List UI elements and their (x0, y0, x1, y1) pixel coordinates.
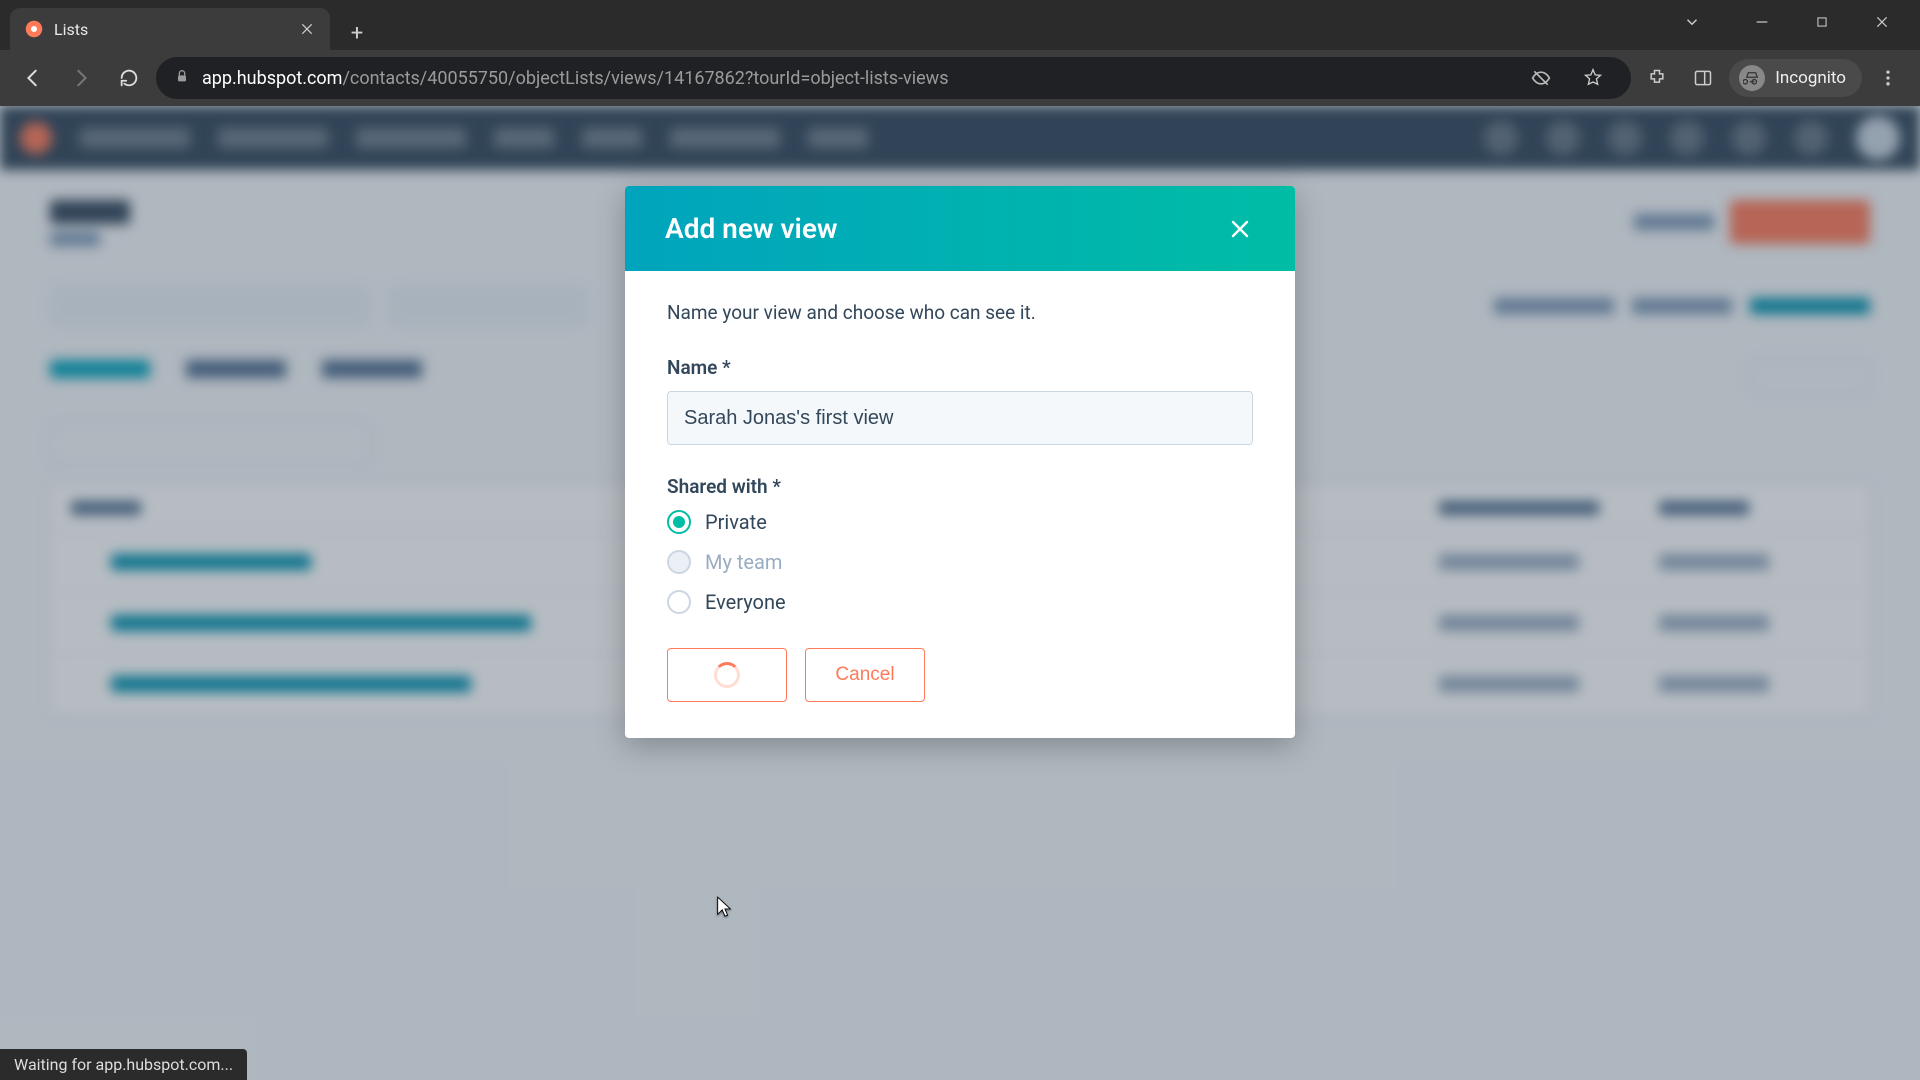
incognito-label: Incognito (1775, 68, 1846, 88)
shared-with-label: Shared with * (667, 475, 1253, 498)
new-tab-button[interactable]: + (340, 16, 374, 50)
close-icon[interactable] (1225, 214, 1255, 244)
cancel-button[interactable]: Cancel (805, 648, 925, 702)
radio-icon (667, 510, 691, 534)
side-panel-icon[interactable] (1683, 58, 1723, 98)
name-field-label: Name * (667, 356, 1253, 379)
tab-title: Lists (54, 20, 288, 39)
reload-button[interactable] (108, 57, 150, 99)
radio-private[interactable]: Private (667, 510, 1253, 534)
modal-overlay: Add new view Name your view and choose w… (0, 106, 1920, 1080)
modal-title: Add new view (665, 212, 838, 245)
tab-bar: Lists + (0, 0, 1920, 50)
close-tab-icon[interactable] (298, 20, 316, 38)
bookmark-star-icon[interactable] (1573, 58, 1613, 98)
url-text: app.hubspot.com/contacts/40055750/object… (202, 68, 1509, 89)
shared-with-radio-group: Private My team Everyone (667, 510, 1253, 614)
back-button[interactable] (12, 57, 54, 99)
modal-actions: Cancel (667, 648, 1253, 702)
chrome-menu-button[interactable] (1868, 68, 1908, 88)
radio-everyone-label: Everyone (705, 590, 786, 614)
lock-icon (174, 68, 190, 89)
radio-private-label: Private (705, 510, 767, 534)
url-field[interactable]: app.hubspot.com/contacts/40055750/object… (156, 57, 1631, 99)
browser-status-bar: Waiting for app.hubspot.com... (0, 1049, 247, 1080)
radio-everyone[interactable]: Everyone (667, 590, 1253, 614)
maximize-button[interactable] (1792, 2, 1852, 42)
radio-icon (667, 590, 691, 614)
save-button[interactable] (667, 648, 787, 702)
radio-icon (667, 550, 691, 574)
modal-body: Name your view and choose who can see it… (625, 271, 1295, 738)
address-bar: app.hubspot.com/contacts/40055750/object… (0, 50, 1920, 106)
incognito-badge[interactable]: Incognito (1729, 59, 1862, 97)
extensions-icon[interactable] (1637, 58, 1677, 98)
modal-header: Add new view (625, 186, 1295, 271)
window-controls (1672, 0, 1912, 44)
incognito-icon (1739, 65, 1765, 91)
browser-tab[interactable]: Lists (10, 8, 330, 50)
browser-window: Lists + (0, 0, 1920, 1080)
forward-button[interactable] (60, 57, 102, 99)
view-name-input[interactable] (667, 391, 1253, 445)
loading-spinner-icon (714, 662, 740, 688)
minimize-button[interactable] (1732, 2, 1792, 42)
page-viewport: Add new view Name your view and choose w… (0, 106, 1920, 1080)
radio-my-team-label: My team (705, 550, 782, 574)
tab-search-button[interactable] (1672, 2, 1712, 42)
radio-my-team: My team (667, 550, 1253, 574)
add-view-modal: Add new view Name your view and choose w… (625, 186, 1295, 738)
close-window-button[interactable] (1852, 2, 1912, 42)
eye-off-icon[interactable] (1521, 58, 1561, 98)
hubspot-favicon-icon (24, 19, 44, 39)
modal-description: Name your view and choose who can see it… (667, 301, 1253, 324)
